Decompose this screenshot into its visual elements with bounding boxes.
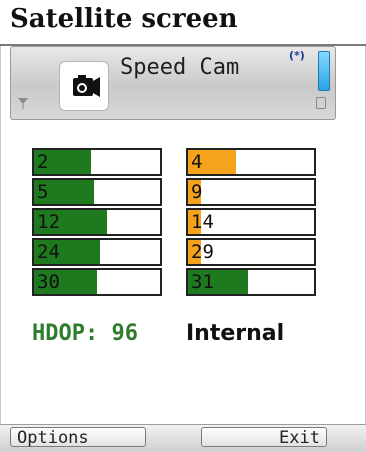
satellite-id: 29 — [191, 241, 214, 263]
satellite-id: 4 — [191, 151, 203, 173]
signal-icon — [18, 98, 28, 109]
satellite-bar: 2 — [32, 148, 162, 176]
title-bar: Satellite screen — [0, 0, 366, 46]
battery-icon — [316, 97, 326, 109]
satellite-bar: 4 — [186, 148, 316, 176]
satellite-bar: 30 — [32, 268, 162, 296]
satellite-id: 5 — [37, 181, 49, 203]
app-status-bar: Speed Cam (*) — [10, 46, 336, 120]
bluetooth-icon: (*) — [289, 49, 305, 62]
satellite-id: 14 — [191, 211, 214, 233]
gps-source: Internal — [186, 321, 285, 346]
satellite-bar: 9 — [186, 178, 316, 206]
satellite-id: 9 — [191, 181, 203, 203]
satellite-id: 31 — [191, 271, 214, 293]
camera-icon — [59, 61, 109, 111]
satellite-id: 24 — [37, 241, 60, 263]
satellite-bar: 12 — [32, 208, 162, 236]
app-name: Speed Cam — [120, 55, 240, 80]
hdop-value: HDOP: 96 — [32, 321, 138, 346]
satellite-bar: 14 — [186, 208, 316, 236]
satellite-bar: 31 — [186, 268, 316, 296]
softkey-bar: Options Exit — [0, 424, 366, 452]
options-softkey[interactable]: Options — [10, 427, 146, 448]
satellite-bar: 24 — [32, 238, 162, 266]
satellite-id: 12 — [37, 211, 60, 233]
satellite-bar: 29 — [186, 238, 316, 266]
satellite-id: 2 — [37, 151, 49, 173]
exit-softkey[interactable]: Exit — [201, 427, 327, 448]
battery-level-bar — [318, 51, 330, 91]
satellite-id: 30 — [37, 271, 60, 293]
page-title: Satellite screen — [10, 4, 238, 34]
satellite-bar: 5 — [32, 178, 162, 206]
